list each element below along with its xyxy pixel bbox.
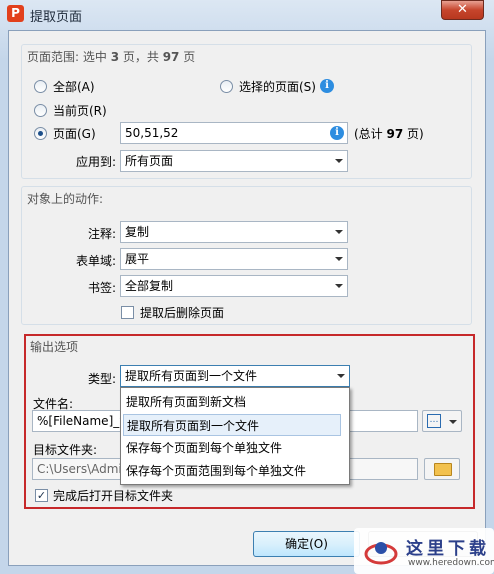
open-folder-label: 完成后打开目标文件夹 bbox=[53, 489, 174, 503]
bookmarks-select[interactable]: 全部复制 bbox=[120, 275, 348, 297]
forms-label: 表单域: bbox=[75, 254, 116, 268]
window-title: 提取页面 bbox=[30, 10, 83, 25]
delete-after-checkbox[interactable] bbox=[121, 306, 134, 319]
apply-to-value: 所有页面 bbox=[125, 154, 174, 168]
folder-icon bbox=[434, 463, 452, 476]
radio-pages-label: 页面(G) bbox=[53, 127, 96, 141]
total-note-value: 97 bbox=[386, 127, 404, 141]
total-pages-note: (总计 97 页) bbox=[354, 125, 424, 142]
type-option-each-page[interactable]: 保存每个页面到每个单独文件 bbox=[123, 437, 341, 459]
page-range-title-suffix: 页 bbox=[179, 50, 196, 64]
forms-value: 展平 bbox=[125, 252, 150, 266]
open-folder-checkbox[interactable]: ✓ bbox=[35, 489, 48, 502]
type-value: 提取所有页面到一个文件 bbox=[125, 369, 258, 383]
radio-all-label: 全部(A) bbox=[53, 80, 95, 94]
chevron-down-icon bbox=[337, 374, 345, 378]
apply-to-label: 应用到: bbox=[75, 155, 116, 169]
annotations-select[interactable]: 复制 bbox=[120, 221, 348, 243]
page-range-title-mid: 页，共 bbox=[119, 50, 163, 64]
chevron-down-icon bbox=[335, 284, 343, 288]
chevron-down-icon bbox=[449, 420, 457, 424]
total-note-suffix: 页) bbox=[403, 127, 424, 141]
watermark-text: 这里下载 bbox=[406, 539, 490, 559]
info-icon[interactable]: i bbox=[320, 79, 334, 93]
type-label: 类型: bbox=[87, 372, 116, 386]
radio-selected-pages-label: 选择的页面(S) bbox=[239, 80, 316, 94]
chevron-down-icon bbox=[335, 230, 343, 234]
annotations-label: 注释: bbox=[87, 227, 116, 241]
bookmarks-label: 书签: bbox=[87, 281, 116, 295]
close-button[interactable]: ✕ bbox=[441, 0, 484, 20]
page-range-title: 页面范围: 选中 3 页，共 97 页 bbox=[27, 48, 195, 65]
output-title: 输出选项 bbox=[30, 340, 79, 354]
forms-select[interactable]: 展平 bbox=[120, 248, 348, 270]
filename-macro-button[interactable]: … bbox=[422, 410, 462, 432]
apply-to-select[interactable]: 所有页面 bbox=[120, 150, 348, 172]
radio-current-page[interactable] bbox=[34, 104, 47, 117]
chevron-down-icon bbox=[335, 257, 343, 261]
site-watermark: 这里下载 www.heredown.com bbox=[354, 528, 494, 574]
folder-label: 目标文件夹: bbox=[33, 443, 98, 457]
extract-pages-dialog: P 提取页面 ✕ 页面范围: 选中 3 页，共 97 页 全部(A) 选择的页面… bbox=[0, 0, 494, 574]
type-option-each-range[interactable]: 保存每个页面范围到每个单独文件 bbox=[123, 460, 341, 482]
app-logo-icon: P bbox=[7, 5, 24, 22]
bookmarks-value: 全部复制 bbox=[125, 279, 174, 293]
selected-count: 3 bbox=[110, 50, 120, 64]
close-icon: ✕ bbox=[457, 2, 468, 17]
type-option-single-file[interactable]: 提取所有页面到一个文件 bbox=[123, 414, 341, 436]
watermark-url: www.heredown.com bbox=[408, 558, 494, 568]
title-bar[interactable]: P 提取页面 ✕ bbox=[0, 0, 494, 28]
info-icon[interactable]: i bbox=[330, 126, 344, 140]
browse-folder-button[interactable] bbox=[424, 458, 460, 480]
radio-pages[interactable] bbox=[34, 127, 47, 140]
radio-all[interactable] bbox=[34, 80, 47, 93]
watermark-logo-icon bbox=[364, 542, 398, 565]
ok-button[interactable]: 确定(O) bbox=[253, 531, 360, 557]
radio-selected-pages[interactable] bbox=[220, 80, 233, 93]
type-dropdown-list: 提取所有页面到新文档 提取所有页面到一个文件 保存每个页面到每个单独文件 保存每… bbox=[120, 387, 350, 485]
pages-input[interactable]: 50,51,52 bbox=[120, 122, 348, 144]
chevron-down-icon bbox=[335, 159, 343, 163]
annotations-value: 复制 bbox=[125, 225, 150, 239]
radio-current-page-label: 当前页(R) bbox=[53, 104, 107, 118]
type-option-new-document[interactable]: 提取所有页面到新文档 bbox=[123, 391, 341, 413]
delete-after-label: 提取后删除页面 bbox=[140, 306, 225, 320]
page-range-title-prefix: 页面范围: 选中 bbox=[27, 50, 111, 64]
type-select[interactable]: 提取所有页面到一个文件 bbox=[120, 365, 350, 387]
macro-icon: … bbox=[427, 414, 441, 428]
total-note-prefix: (总计 bbox=[354, 127, 387, 141]
total-count: 97 bbox=[162, 50, 180, 64]
actions-title: 对象上的动作: bbox=[27, 192, 104, 206]
